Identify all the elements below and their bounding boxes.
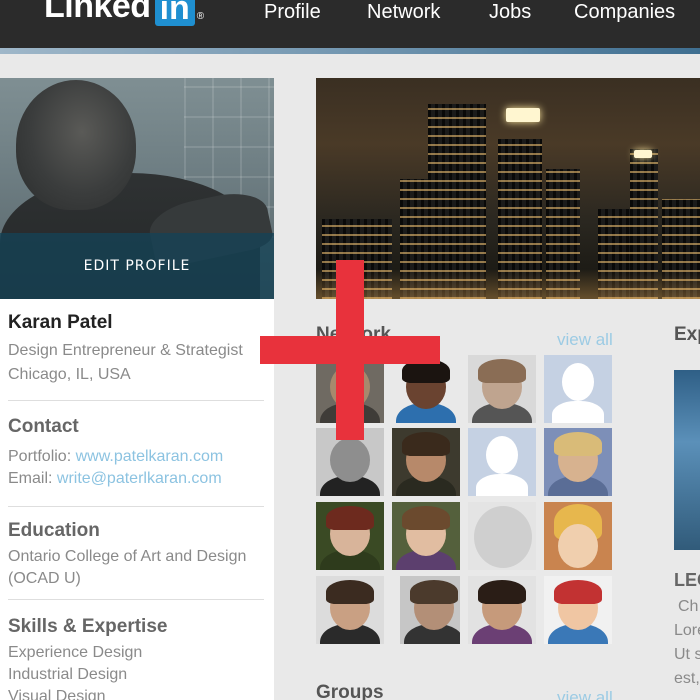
education-school: Ontario College of Art and Design (8, 548, 247, 565)
section-divider (8, 506, 264, 507)
header-accent-stripe (0, 48, 700, 54)
contact-title: Contact (8, 416, 79, 437)
connection-avatar[interactable] (392, 502, 460, 570)
portfolio-label: Portfolio: (8, 448, 76, 465)
email-link[interactable]: write@paterlkaran.com (57, 470, 222, 487)
connection-avatar[interactable] (544, 576, 612, 644)
banner-rooftop-light (506, 108, 540, 122)
connection-avatar[interactable] (544, 502, 612, 570)
profile-card: EDIT PROFILE Karan Patel Design Entrepre… (0, 78, 274, 700)
nav-profile[interactable]: Profile (264, 0, 321, 24)
edit-profile-button[interactable]: EDIT PROFILE (0, 233, 274, 299)
logo-in-box: in (154, 0, 195, 27)
groups-title: Groups (316, 682, 384, 700)
email-row: Email: write@paterlkaran.com (8, 470, 222, 488)
nav-companies[interactable]: Companies (574, 0, 675, 24)
skills-title: Skills & Expertise (8, 616, 168, 637)
red-plus-overlay-horizontal (260, 336, 440, 364)
skill-item: Visual Design (8, 688, 106, 700)
connection-avatar[interactable] (392, 428, 460, 496)
profile-location: Chicago, IL, USA (8, 366, 131, 383)
logo-text: Linked (44, 0, 151, 25)
top-navigation-bar: Linked in ® Profile Network Jobs Compani… (0, 0, 700, 48)
connection-avatar-placeholder[interactable] (544, 355, 612, 423)
portfolio-row: Portfolio: www.patelkaran.com (8, 448, 223, 466)
profile-headline: Design Entrepreneur & Strategist (8, 342, 243, 359)
connection-avatar-placeholder[interactable] (468, 428, 536, 496)
education-title: Education (8, 520, 100, 541)
linkedin-logo[interactable]: Linked in ® (44, 0, 205, 27)
cover-banner-city-skyline (316, 78, 700, 299)
skill-item: Experience Design (8, 644, 143, 661)
profile-photo: EDIT PROFILE (0, 78, 274, 299)
groups-view-all-link[interactable]: view all (557, 688, 613, 700)
experience-image (674, 370, 700, 550)
banner-rooftop-light (634, 150, 652, 158)
profile-name: Karan Patel (8, 312, 113, 333)
section-divider (8, 599, 264, 600)
experience-text-line: est, (674, 670, 700, 687)
portfolio-link[interactable]: www.patelkaran.com (76, 448, 224, 465)
connection-avatar[interactable] (544, 428, 612, 496)
skill-item: Industrial Design (8, 666, 128, 683)
photo-person-head (16, 80, 136, 210)
connection-avatar[interactable] (316, 576, 384, 644)
experience-text-line: Ch (678, 598, 699, 615)
experience-company: LEG (674, 570, 700, 590)
education-abbr: (OCAD U) (8, 570, 81, 587)
connection-avatar[interactable] (400, 576, 460, 644)
registered-mark: ® (196, 11, 205, 22)
connection-avatar[interactable] (316, 502, 384, 570)
connection-avatar[interactable] (468, 576, 536, 644)
connection-avatar[interactable] (468, 355, 536, 423)
experience-text-line: Ut s (674, 646, 700, 663)
banner-street-glow (316, 269, 700, 299)
nav-network[interactable]: Network (367, 0, 440, 24)
experience-text-line: Lore (674, 622, 700, 639)
network-view-all-link[interactable]: view all (557, 330, 613, 350)
experience-title: Exp (674, 324, 700, 345)
connection-avatar[interactable] (468, 502, 536, 570)
connection-avatar[interactable] (392, 355, 460, 423)
email-label: Email: (8, 470, 57, 487)
nav-jobs[interactable]: Jobs (489, 0, 531, 24)
edit-profile-label: EDIT PROFILE (83, 258, 191, 274)
section-divider (8, 400, 264, 401)
